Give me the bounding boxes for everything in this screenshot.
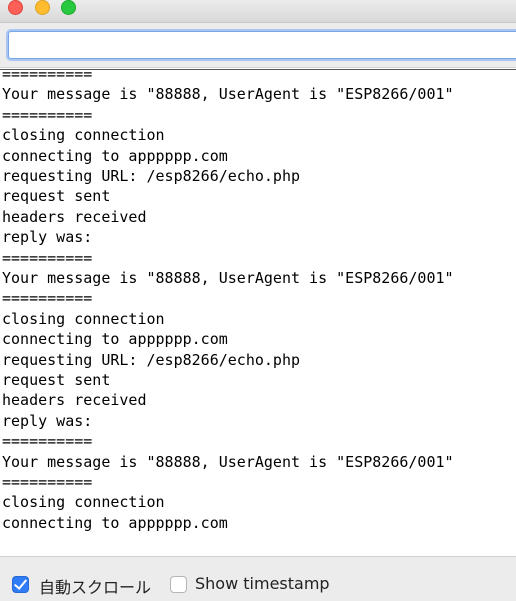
serial-output-line: Your message is "88888, UserAgent is "ES… xyxy=(2,452,454,471)
serial-output-line: ========== xyxy=(2,105,93,124)
serial-output-line: requesting URL: /esp8266/echo.php xyxy=(2,350,301,369)
show-timestamp-label: Show timestamp xyxy=(195,574,330,593)
show-timestamp-checkbox[interactable] xyxy=(170,576,187,593)
checkmark-icon xyxy=(13,576,28,590)
serial-output-line: ========== xyxy=(2,248,93,267)
minimize-window-button[interactable] xyxy=(35,0,50,15)
autoscroll-checkbox[interactable] xyxy=(12,576,29,593)
serial-output-line: requesting URL: /esp8266/echo.php xyxy=(2,167,301,185)
footer-bar: 自動スクロール Show timestamp xyxy=(0,556,516,601)
serial-output-line: connecting to apppppp.com xyxy=(2,330,228,349)
serial-output-line: connecting to apppppp.com xyxy=(2,146,228,165)
serial-output-line: Your message is "88888, UserAgent is "ES… xyxy=(2,85,454,104)
send-toolbar xyxy=(0,23,516,68)
serial-output-line: ========== xyxy=(2,69,93,83)
serial-output-line: headers received xyxy=(2,391,147,410)
serial-output-line: ========== xyxy=(2,289,93,308)
serial-output-line: reply was: xyxy=(2,228,93,247)
serial-output-line: reply was: xyxy=(2,411,93,430)
serial-output-line: connecting to apppppp.com xyxy=(2,513,228,532)
serial-output-line: ========== xyxy=(2,432,93,451)
serial-output-line: closing connection xyxy=(2,126,165,145)
autoscroll-label: 自動スクロール xyxy=(39,578,152,597)
serial-output-line: closing connection xyxy=(2,309,165,328)
serial-output-line: ========== xyxy=(2,473,93,491)
title-bar xyxy=(0,0,516,23)
serial-output-line: closing connection xyxy=(2,493,165,512)
close-window-button[interactable] xyxy=(8,0,23,15)
serial-output-line: request sent xyxy=(2,371,111,389)
serial-output-line: headers received xyxy=(2,207,147,226)
serial-output-line: request sent xyxy=(2,187,111,206)
serial-output-line: Your message is "88888, UserAgent is "ES… xyxy=(2,269,454,287)
serial-send-input[interactable] xyxy=(8,31,516,59)
serial-output-area[interactable]: ========== Your message is "88888, UserAg… xyxy=(0,69,516,556)
zoom-window-button[interactable] xyxy=(61,0,76,15)
